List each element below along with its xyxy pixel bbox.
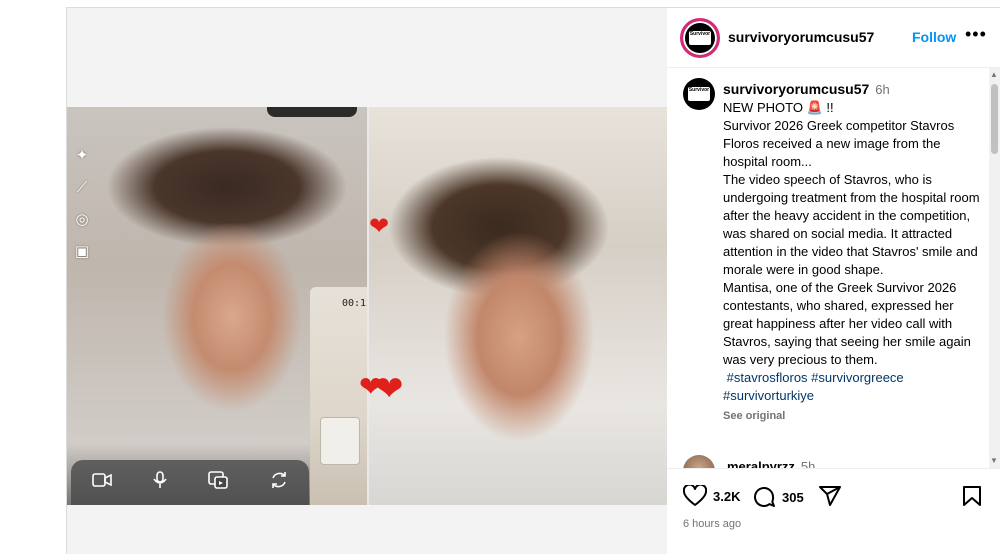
caption-paragraph: Mantisa, one of the Greek Survivor 2026 …: [723, 280, 971, 367]
video-call-screenshot-left: ✦ ⟋ ◎ ▣ 00:12: [67, 107, 372, 505]
scrollbar-thumb[interactable]: [991, 84, 998, 154]
hashtag-link[interactable]: #stavrosfloros: [727, 370, 808, 385]
save-action: [962, 485, 982, 507]
caption-paragraph: The video speech of Stavros, who is unde…: [723, 172, 980, 277]
heart-icon[interactable]: [683, 485, 707, 507]
sparkle-icon: ✦: [75, 147, 89, 164]
posted-time: 6 hours ago: [683, 518, 742, 530]
like-count[interactable]: 3.2K: [713, 489, 740, 504]
heart-sticker: ❤: [369, 213, 390, 240]
post-photo[interactable]: ✦ ⟋ ◎ ▣ 00:12 ❤ ❤ ❤: [67, 107, 667, 505]
caption-headline: NEW PHOTO 🚨 !!: [723, 100, 834, 115]
post-actions: 3.2K 305 6 hours ago: [667, 468, 1000, 554]
scroll-up-icon[interactable]: ▲: [990, 70, 998, 80]
screen-share-icon: [207, 471, 228, 494]
author-username[interactable]: survivoryorumcusu57: [728, 29, 874, 45]
selfie-photo-right: ❤ ❤ ❤: [359, 107, 667, 505]
switch-camera-icon: [269, 471, 289, 494]
magic-wand-icon: ⟋: [76, 179, 88, 196]
image-edit-icon: ▣: [74, 243, 90, 260]
video-icon: [91, 472, 112, 493]
see-original-link[interactable]: See original: [723, 407, 985, 425]
side-tools: ✦ ⟋ ◎ ▣: [71, 147, 93, 261]
caption: survivoryorumcusu57 6h NEW PHOTO 🚨 !! Sur…: [723, 80, 985, 425]
caption-paragraph: Survivor 2026 Greek competitor Stavros F…: [723, 118, 955, 169]
wall-outlet: [320, 417, 360, 465]
comments-scrollbar[interactable]: ▲ ▼: [989, 68, 1000, 468]
author-avatar[interactable]: Survivor: [680, 18, 720, 58]
camera-notch: [267, 107, 357, 117]
like-action: 3.2K: [683, 485, 740, 507]
post-header: Survivor survivoryorumcusu57 Follow •••: [667, 8, 1000, 68]
scroll-down-icon[interactable]: ▼: [990, 456, 998, 466]
comment-action: 305: [752, 485, 804, 509]
avatar-logo: Survivor: [688, 87, 710, 101]
comment-count[interactable]: 305: [782, 490, 804, 505]
comments-panel: Survivor survivoryorumcusu57 6h NEW PHOTO…: [667, 68, 989, 468]
more-options-icon[interactable]: •••: [965, 24, 987, 45]
comment-icon[interactable]: [752, 485, 776, 509]
share-action: [818, 485, 842, 507]
caption-avatar[interactable]: Survivor: [683, 78, 715, 110]
avatar-logo: Survivor: [689, 31, 711, 45]
mic-icon: [152, 471, 167, 494]
follow-button[interactable]: Follow: [912, 29, 956, 45]
hashtag-link[interactable]: #survivorgreece: [811, 370, 904, 385]
caption-time: 6h: [875, 82, 890, 97]
share-icon[interactable]: [818, 485, 842, 507]
bookmark-icon[interactable]: [962, 485, 982, 507]
hashtag-link[interactable]: #survivorturkiye: [723, 388, 814, 403]
filter-icon: ◎: [75, 211, 89, 228]
hashtags: #stavrosfloros #survivorgreece #survivort…: [723, 369, 985, 405]
call-controls: [71, 460, 309, 505]
heart-sticker: ❤: [375, 370, 404, 408]
caption-username[interactable]: survivoryorumcusu57: [723, 81, 869, 97]
